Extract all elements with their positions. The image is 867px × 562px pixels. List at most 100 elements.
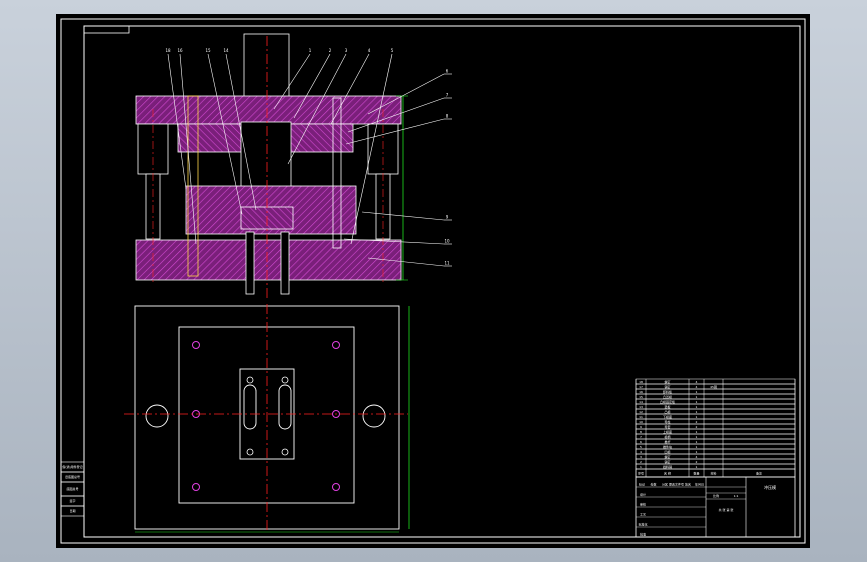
guide-hole-left [145, 404, 169, 428]
bom-qty: 4 [696, 455, 698, 459]
slot-right [278, 384, 292, 430]
guide-hole-right [362, 404, 386, 428]
lower-punch-left [245, 231, 255, 295]
sheet-count: 共 张 第 张 [719, 507, 734, 512]
bom-no: 3 [640, 455, 642, 459]
title-label: 年月日 [695, 482, 704, 487]
callout-label: 8 [446, 114, 449, 119]
bom-qty: 2 [696, 425, 698, 429]
bom-header-material: 材料 [710, 471, 716, 476]
bom-no: 6 [640, 440, 642, 444]
bom-qty: 1 [696, 435, 698, 439]
callouts-right: 6 7 8 9 10 11 [444, 69, 452, 267]
title-label: 标记 [639, 482, 645, 487]
bom-no: 14 [639, 400, 643, 404]
title-label: 更改文件号 [669, 482, 684, 487]
bom-no: 7 [640, 435, 642, 439]
bom-no: 10 [639, 420, 643, 424]
bom-row [635, 413, 796, 420]
scale-value: 1:1 [734, 494, 739, 498]
bom-no: 5 [640, 445, 642, 449]
bom-row [635, 443, 796, 450]
title-label: 处数 [650, 482, 656, 487]
bom-row [635, 403, 796, 410]
slot-left [243, 384, 257, 430]
lower-die-base [135, 239, 402, 281]
title-label: 审核 [640, 502, 646, 507]
bom-qty: 1 [696, 465, 698, 469]
bom-name: 螺钉 [664, 454, 670, 459]
bom-header-no: 序号 [638, 471, 644, 476]
bom-name: 下模座 [663, 414, 672, 419]
title-label: 标准化 [638, 522, 647, 527]
bom-row [635, 448, 796, 455]
bom-row [635, 423, 796, 430]
stamp-label: 签字 [69, 498, 75, 503]
bom-name: 凸模 [664, 409, 670, 414]
stamp-label: 借(通)用件登记 [62, 464, 82, 469]
bom-no: 8 [640, 430, 642, 434]
bom-qty: 4 [696, 385, 698, 389]
callout-label: 4 [368, 48, 371, 53]
pin-holes [246, 376, 289, 456]
bom-qty: 2 [696, 420, 698, 424]
callout-label: 15 [205, 48, 211, 53]
callout-label: 18 [165, 48, 171, 53]
bom-no: 4 [640, 450, 642, 454]
callout-label: 14 [223, 48, 229, 53]
stamp-label: 底图总号 [66, 486, 78, 491]
bom-row [635, 418, 796, 425]
bom-no: 17 [639, 385, 643, 389]
bom-name: 模柄 [664, 434, 670, 439]
bom-name: 上模座 [663, 429, 672, 434]
bom-row [635, 428, 796, 435]
callout-label: 9 [446, 215, 449, 220]
bom-row [635, 388, 796, 395]
bom-name: 销钉 [664, 384, 670, 389]
stamp-label: 旧底图总号 [65, 474, 80, 479]
bom-no: 13 [639, 405, 643, 409]
bom-qty: 1 [696, 390, 698, 394]
callout-label: 5 [391, 48, 394, 53]
bom-name: 凸模固定板 [660, 399, 675, 404]
title-label: 签名 [685, 482, 691, 487]
bom-row [635, 393, 796, 400]
bom-row [635, 453, 796, 460]
callout-label: 7 [446, 93, 449, 98]
bom-name: 导柱 [664, 419, 670, 424]
bom-row [635, 463, 796, 470]
title-label: 设计 [640, 492, 646, 497]
bom-material: 45钢 [710, 384, 717, 389]
title-block: 标记 处数 分区 更改文件号 签名 年月日设计审核工艺标准化批准 比例 1:1 共 张 第 张 冲… [635, 476, 796, 538]
bom-row [635, 378, 796, 385]
die-plate-outline [178, 326, 355, 504]
bom-row [635, 408, 796, 415]
bom-name: 卸料板 [663, 389, 672, 394]
callout-label: 10 [444, 239, 450, 244]
title-label: 工艺 [640, 512, 646, 517]
bom-qty: 1 [696, 415, 698, 419]
screw-holes [192, 341, 340, 491]
bom-name: 螺钉 [664, 379, 670, 384]
bom-qty: 1 [696, 450, 698, 454]
bom-qty: 2 [696, 460, 698, 464]
bom-row [635, 458, 796, 465]
drawing-canvas[interactable]: 18 16 15 14 1 2 3 4 5 6 7 8 9 10 11 借(通)用件登记 旧底图总号 底图总号… [56, 14, 810, 548]
corner-tag [83, 25, 130, 34]
callout-label: 3 [345, 48, 348, 53]
bom-name: 垫板 [664, 404, 670, 409]
bom-qty: 4 [696, 380, 698, 384]
bom-table: 18 螺钉 417 销钉 4 45钢16 卸料板 115 凸凹模 114 凸模固定板 113 垫板 112… [635, 378, 796, 478]
bom-name: 推杆 [664, 439, 670, 444]
bom-name: 凸凹模 [663, 394, 672, 399]
plan-view [124, 304, 410, 533]
bom-no: 11 [639, 415, 643, 419]
front-section-view [135, 33, 445, 299]
bom-qty: 1 [696, 430, 698, 434]
callout-label: 2 [329, 48, 332, 53]
bom-name: 销钉 [664, 459, 670, 464]
callout-label: 1 [309, 48, 312, 53]
title-label: 批准 [640, 532, 646, 537]
title-label: 分区 [662, 482, 668, 487]
bom-no: 18 [639, 380, 643, 384]
